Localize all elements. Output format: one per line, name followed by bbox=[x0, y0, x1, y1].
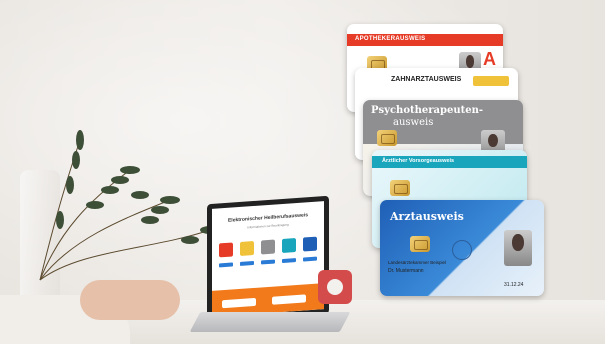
card-title: APOTHEKERAUSWEIS bbox=[355, 36, 426, 42]
smartcard-chip-icon bbox=[410, 236, 430, 252]
screen-button bbox=[260, 259, 275, 265]
card-holder-name: Dr. Mustermann bbox=[388, 268, 424, 274]
smartcard-chip-icon bbox=[377, 130, 397, 146]
card-title-line2: ausweis bbox=[393, 117, 434, 128]
pharmacy-a-icon: A bbox=[483, 49, 496, 69]
card-photo bbox=[504, 230, 532, 266]
laptop-screen-content: Elektronischer Heilberufsausweis Informa… bbox=[212, 201, 324, 317]
card-expiry-date: 31.12.24 bbox=[504, 282, 524, 288]
caduceus-seal-icon bbox=[452, 240, 472, 260]
screen-button bbox=[281, 258, 296, 264]
hand bbox=[80, 280, 180, 320]
card-arztausweis: Arztausweis Landesärztekammer Beispiel D… bbox=[380, 200, 544, 296]
screen-button bbox=[219, 262, 234, 268]
card-title-line1: Psychotherapeuten- bbox=[371, 105, 484, 116]
smartcard-chip-icon bbox=[390, 180, 410, 196]
plant-branches bbox=[39, 130, 220, 281]
laptop-screen: Elektronischer Heilberufsausweis Informa… bbox=[207, 195, 329, 323]
screen-button-row bbox=[212, 256, 324, 268]
screen-card-thumb bbox=[302, 236, 317, 252]
card-title: Arztausweis bbox=[390, 210, 464, 223]
screen-button bbox=[240, 260, 255, 266]
card-title: ZAHNARZTAUSWEIS bbox=[391, 76, 462, 83]
screen-button bbox=[302, 256, 317, 262]
photo-scene: Elektronischer Heilberufsausweis Informa… bbox=[0, 0, 605, 344]
card-issuer: Landesärztekammer Beispiel bbox=[388, 260, 447, 265]
card-logo bbox=[473, 76, 509, 86]
screen-card-thumb bbox=[219, 242, 234, 258]
red-card-reader bbox=[318, 270, 352, 304]
laptop-keyboard-base bbox=[189, 312, 351, 332]
screen-card-row bbox=[212, 236, 324, 258]
screen-card-thumb bbox=[260, 239, 275, 255]
screen-cta bbox=[272, 294, 306, 305]
screen-card-thumb bbox=[240, 240, 255, 256]
screen-card-thumb bbox=[281, 238, 296, 254]
card-title: Ärztlicher Vorsorgeausweis bbox=[382, 158, 455, 164]
screen-cta bbox=[222, 297, 256, 309]
